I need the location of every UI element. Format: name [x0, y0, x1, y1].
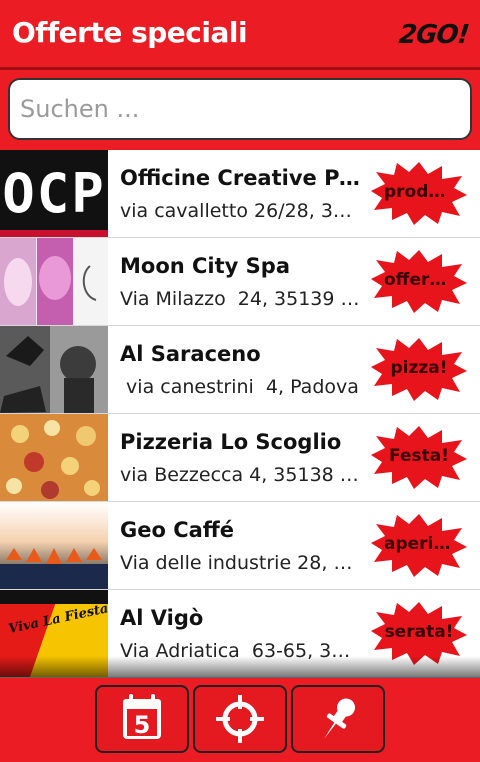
list-item[interactable]: Moon City Spa Via Milazzo 24, 35139 Pado…: [0, 238, 480, 326]
offer-badge-label: pizza!: [390, 358, 448, 378]
calendar-icon: 5: [123, 694, 161, 739]
item-address: via Bezzecca 4, 35138 Padova: [120, 464, 360, 486]
item-thumbnail: [0, 326, 108, 413]
offer-badge[interactable]: prodotti!: [370, 160, 468, 226]
ocp-logo-text: OCP: [2, 162, 106, 225]
item-address: Via Milazzo 24, 35139 Padova: [120, 288, 360, 310]
crosshair-icon: [216, 695, 264, 743]
page-title: Offerte speciali: [12, 16, 248, 49]
item-thumbnail: OCP: [0, 150, 108, 237]
item-thumbnail: Viva La Fiesta!: [0, 590, 108, 677]
header-bar: Offerte speciali 2GO!: [0, 0, 480, 70]
list-item[interactable]: Al Saraceno via canestrini 4, Padova piz…: [0, 326, 480, 414]
offer-badge[interactable]: pizza!: [370, 336, 468, 402]
pushpin-icon: [324, 698, 356, 739]
list-item[interactable]: Viva La Fiesta! Al Vigò Via Adriatica 63…: [0, 590, 480, 678]
calendar-button[interactable]: 5: [95, 685, 189, 753]
offer-badge[interactable]: serata!: [370, 600, 468, 666]
item-thumbnail: [0, 238, 108, 325]
offer-badge-label: prodotti!: [384, 182, 454, 202]
offer-badge[interactable]: aperitivo!: [370, 512, 468, 578]
search-bar: [0, 70, 480, 150]
offer-badge-label: Festa!: [389, 446, 449, 466]
offer-badge-label: serata!: [384, 622, 454, 642]
list-item[interactable]: Geo Caffé Via delle industrie 28, 35100 …: [0, 502, 480, 590]
item-address: via canestrini 4, Padova: [120, 376, 359, 398]
item-name: Moon City Spa: [120, 254, 290, 278]
item-thumbnail: [0, 502, 108, 589]
item-name: Pizzeria Lo Scoglio: [120, 430, 342, 454]
bottom-toolbar: 5: [0, 678, 480, 762]
offer-badge-label: offerte!: [384, 270, 454, 290]
locate-button[interactable]: [193, 685, 287, 753]
offer-badge[interactable]: Festa!: [370, 424, 468, 490]
item-address: Via delle industrie 28, 35100 Padova: [120, 552, 360, 574]
item-address: Via Adriatica 63-65, 35100 Padova: [120, 640, 360, 662]
search-input[interactable]: [8, 78, 472, 140]
offer-badge-label: aperitivo!: [384, 534, 454, 554]
item-name: Al Vigò: [120, 606, 204, 630]
pin-button[interactable]: [291, 685, 385, 753]
item-thumbnail: [0, 414, 108, 501]
calendar-day: 5: [134, 711, 151, 739]
item-name: Al Saraceno: [120, 342, 261, 366]
item-address: via cavalletto 26/28, 35121 Padova: [120, 200, 360, 222]
list-item[interactable]: OCP Officine Creative Patavine via caval…: [0, 150, 480, 238]
item-name: Officine Creative Patavine: [120, 166, 360, 190]
item-name: Geo Caffé: [120, 518, 235, 542]
offer-badge[interactable]: offerte!: [370, 248, 468, 314]
app-logo[interactable]: 2GO!: [397, 20, 470, 50]
offers-list[interactable]: OCP Officine Creative Patavine via caval…: [0, 150, 480, 678]
list-item[interactable]: Pizzeria Lo Scoglio via Bezzecca 4, 3513…: [0, 414, 480, 502]
